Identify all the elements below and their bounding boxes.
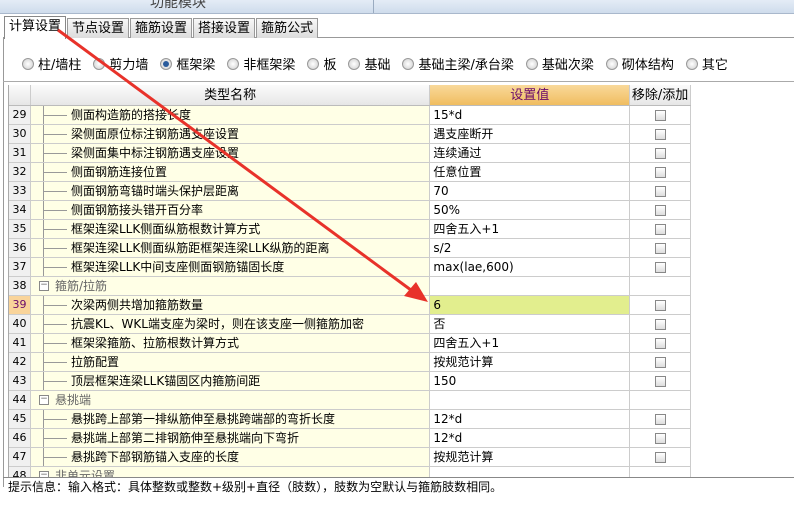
annotation-arrow — [57, 28, 428, 302]
